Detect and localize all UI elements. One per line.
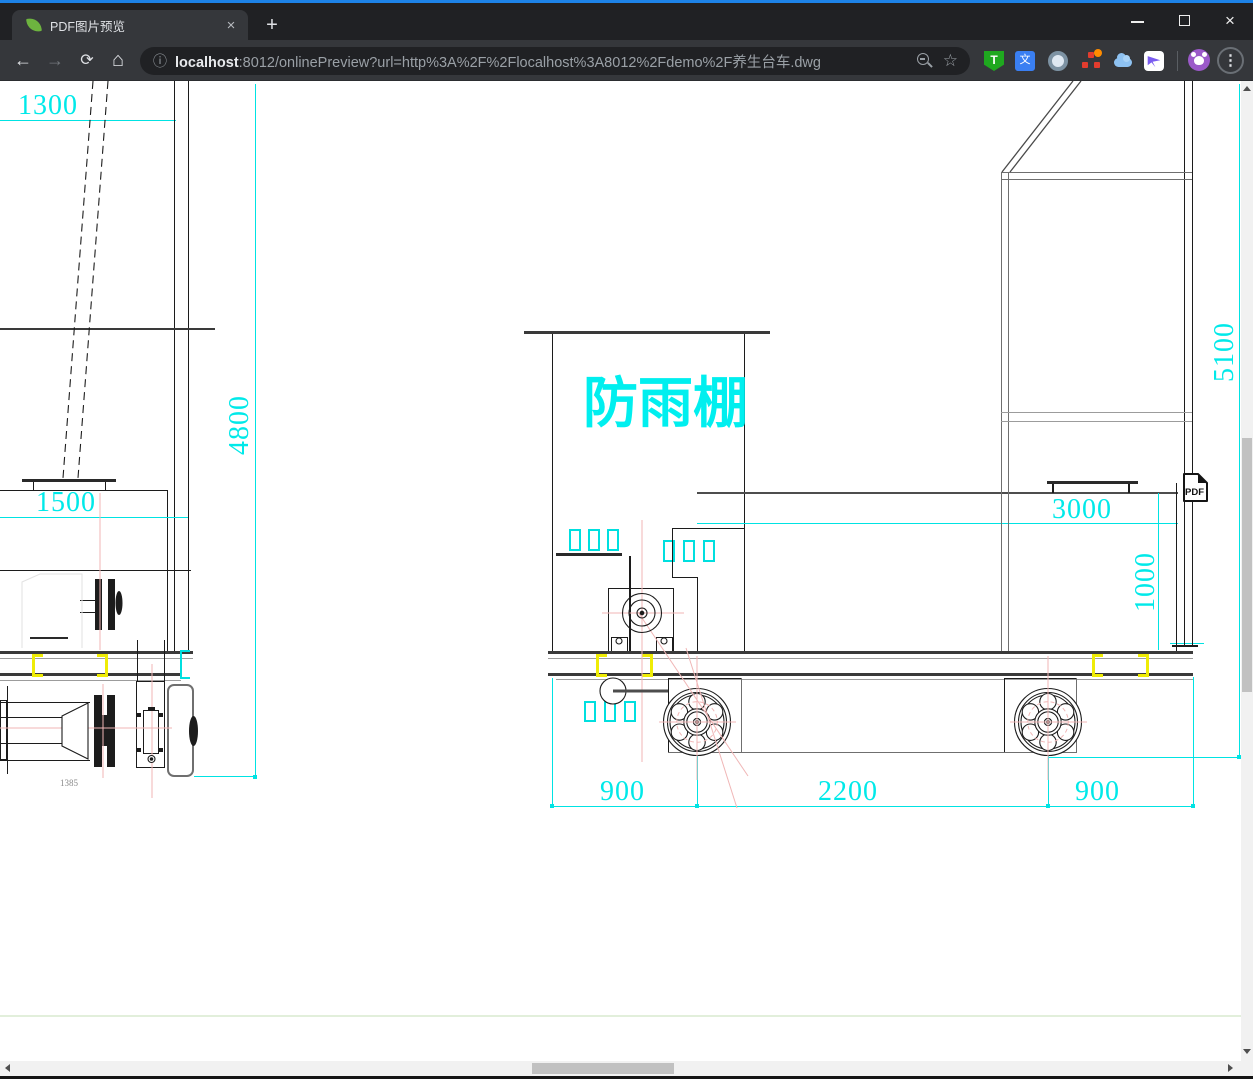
- site-info-icon[interactable]: ⓘ: [153, 51, 167, 71]
- scroll-left-arrow[interactable]: [5, 1064, 10, 1072]
- url-host: localhost: [175, 54, 239, 71]
- scrollbar-corner: [1241, 1061, 1253, 1076]
- home-button[interactable]: ⌂: [105, 48, 131, 74]
- tab-strip: PDF图片预览 × + ×: [0, 3, 1253, 40]
- url-path: :8012/onlinePreview?url=http%3A%2F%2Floc…: [238, 54, 821, 71]
- reload-button[interactable]: ⟳: [74, 48, 100, 74]
- address-bar[interactable]: ⓘ localhost:8012/onlinePreview?url=http%…: [140, 47, 970, 75]
- minimize-button[interactable]: [1124, 6, 1152, 36]
- close-button[interactable]: ×: [1216, 6, 1244, 36]
- browser-window: 1300 4800 1500 3000 1000 5100 900 2200 9…: [0, 0, 1253, 1079]
- horizontal-scroll-thumb[interactable]: [532, 1063, 674, 1074]
- forward-button[interactable]: →: [42, 48, 68, 74]
- browser-menu-button[interactable]: ⋮: [1217, 47, 1244, 74]
- cad-svg-layer: PDF: [0, 80, 1208, 809]
- tab-title: PDF图片预览: [50, 19, 126, 34]
- tab-close-icon[interactable]: ×: [222, 17, 240, 34]
- scroll-up-arrow[interactable]: [1243, 86, 1251, 91]
- profile-avatar[interactable]: [1188, 49, 1210, 71]
- spring-leaf-favicon: [26, 17, 42, 33]
- back-button[interactable]: ←: [10, 48, 36, 74]
- new-tab-button[interactable]: +: [258, 12, 286, 40]
- translate-icon[interactable]: 文: [1015, 51, 1035, 71]
- pdf-file-icon[interactable]: PDF: [1183, 473, 1208, 502]
- bird-icon[interactable]: [1144, 51, 1164, 71]
- zoom-out-icon[interactable]: [913, 49, 937, 73]
- maximize-button[interactable]: [1171, 6, 1199, 36]
- scroll-right-arrow[interactable]: [1228, 1064, 1233, 1072]
- bookmark-star-icon[interactable]: ☆: [943, 51, 958, 71]
- vertical-scroll-thumb[interactable]: [1242, 438, 1252, 692]
- browser-tab[interactable]: PDF图片预览 ×: [12, 10, 248, 40]
- toolbar-divider: [1177, 51, 1178, 71]
- cloud-icon[interactable]: [1113, 51, 1133, 71]
- scroll-down-arrow[interactable]: [1243, 1049, 1251, 1054]
- network-icon[interactable]: [1081, 49, 1102, 71]
- ring-icon[interactable]: [1048, 51, 1068, 71]
- svg-text:PDF: PDF: [1185, 487, 1204, 498]
